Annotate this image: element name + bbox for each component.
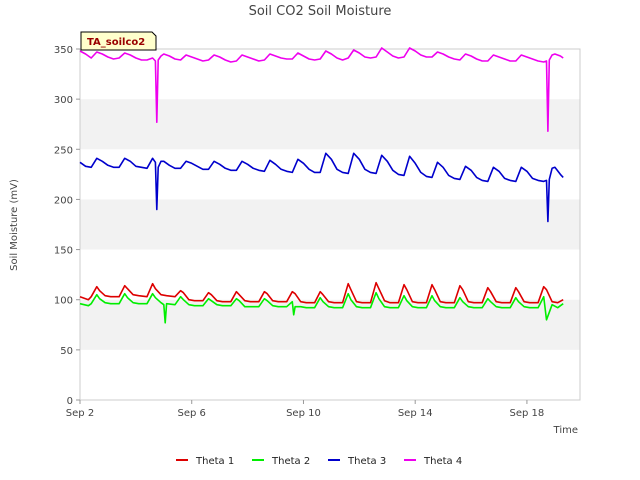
y-tick-label: 0: [67, 396, 73, 407]
legend-label: Theta 1: [195, 456, 234, 467]
legend-label: Theta 3: [347, 456, 386, 467]
legend-label: Theta 4: [423, 456, 462, 467]
y-axis-label: Soil Moisture (mV): [9, 179, 20, 271]
x-tick-label: Sep 2: [66, 408, 94, 419]
y-tick-label: 50: [60, 346, 73, 357]
grid-band: [80, 349, 580, 400]
annotation-box: TA_soilco2: [80, 31, 157, 51]
chart-title: Soil CO2 Soil Moisture: [249, 4, 392, 19]
x-tick-label: Sep 18: [510, 408, 545, 419]
y-tick-label: 250: [54, 145, 73, 156]
x-tick-label: Sep 14: [398, 408, 433, 419]
y-tick-label: 150: [54, 246, 73, 257]
grid-band: [80, 199, 580, 250]
annotation-label: TA_soilco2: [87, 37, 145, 48]
y-tick-label: 100: [54, 296, 73, 307]
y-tick-label: 200: [54, 195, 73, 206]
x-tick-label: Sep 10: [286, 408, 321, 419]
x-tick-label: Sep 6: [178, 408, 206, 419]
grid-band: [80, 99, 580, 150]
x-axis-label: Time: [553, 425, 578, 436]
grid-band: [80, 249, 580, 300]
plot-background-bands: [80, 49, 580, 400]
y-tick-label: 350: [54, 45, 73, 56]
soil-moisture-chart: Soil CO2 Soil Moisture 0 50 100 150 200 250 30…: [0, 0, 640, 480]
legend-label: Theta 2: [271, 456, 310, 467]
y-tick-label: 300: [54, 95, 73, 106]
